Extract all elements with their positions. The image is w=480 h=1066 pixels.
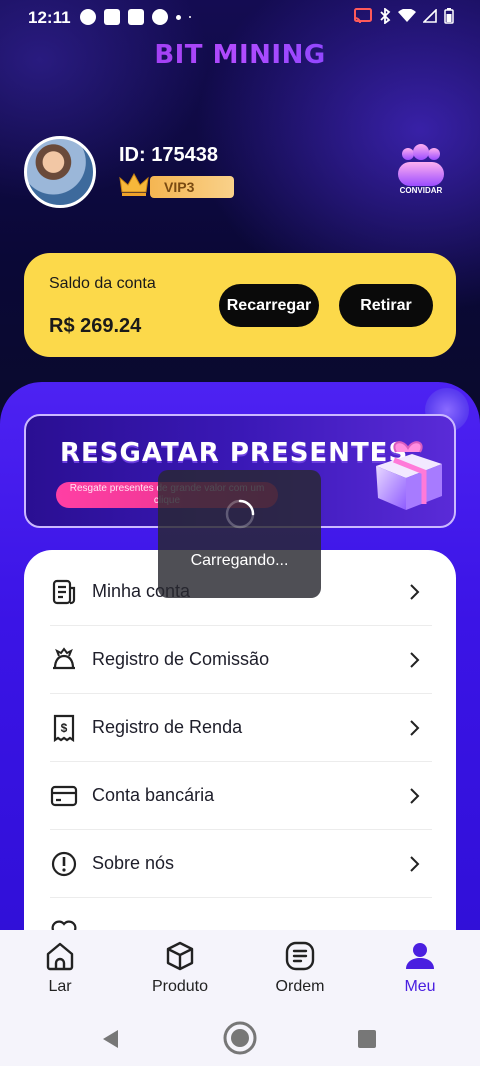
- vip-badge: VIP3: [150, 176, 234, 198]
- home-circle-icon[interactable]: [222, 1020, 258, 1056]
- chevron-right-icon: [410, 856, 420, 872]
- withdraw-button[interactable]: Retirar: [339, 284, 433, 327]
- order-list-icon: [285, 941, 315, 971]
- wifi-icon: [398, 9, 416, 22]
- chevron-right-icon: [410, 720, 420, 736]
- nav-label: Meu: [404, 978, 436, 995]
- menu-item-label: Conta bancária: [92, 785, 215, 805]
- invite-button[interactable]: CONVIDAR: [392, 140, 450, 200]
- menu-item-commission[interactable]: Registro de Comissão: [50, 626, 432, 694]
- nav-item-product[interactable]: Produto: [135, 940, 225, 996]
- menu-item-label: Registro de Renda: [92, 717, 243, 737]
- chevron-right-icon: [410, 584, 420, 600]
- nav-label: Lar: [48, 978, 72, 995]
- signal-icon: [423, 9, 437, 23]
- cast-icon: [354, 8, 372, 24]
- nav-item-home[interactable]: Lar: [15, 940, 105, 996]
- system-nav-bar: [0, 1010, 480, 1066]
- nav-item-me[interactable]: Meu: [375, 940, 465, 996]
- home-icon: [46, 942, 74, 971]
- gift-box-icon: [376, 441, 442, 510]
- bluetooth-icon: [380, 8, 391, 24]
- commission-icon: [53, 647, 75, 670]
- balance-card: Saldo da conta R$ 269.24 Recarregar Reti…: [24, 253, 456, 357]
- nav-label: Ordem: [275, 978, 325, 995]
- photo-icon: [128, 9, 144, 25]
- nav-item-order[interactable]: Ordem: [255, 940, 345, 996]
- banner-title: RESGATAR PRESENTES: [60, 438, 409, 468]
- avatar[interactable]: [24, 136, 96, 208]
- more-dot-icon: [176, 14, 181, 20]
- menu-item-bank-account[interactable]: Conta bancária: [50, 762, 432, 830]
- nav-label: Produto: [151, 978, 209, 995]
- battery-icon: [444, 8, 454, 24]
- bank-card-icon: [50, 785, 78, 807]
- svg-text:$: $: [61, 721, 68, 735]
- cube-icon: [166, 941, 194, 971]
- small-dot-icon: [189, 16, 191, 18]
- notification-app-icon: [80, 9, 96, 25]
- loading-toast: Carregando...: [158, 470, 321, 598]
- back-icon[interactable]: [100, 1028, 122, 1050]
- shopping-bag-icon: [104, 9, 120, 25]
- invite-label: CONVIDAR: [399, 186, 443, 195]
- chevron-right-icon: [410, 788, 420, 804]
- app-title: BIT MINING: [0, 40, 480, 70]
- user-icon: [406, 943, 434, 969]
- balance-label: Saldo da conta: [49, 275, 156, 292]
- account-document-icon: [52, 579, 76, 605]
- info-icon: [51, 851, 77, 877]
- recents-icon[interactable]: [357, 1029, 377, 1049]
- income-receipt-icon: $: [53, 714, 75, 742]
- user-id: ID: 175438: [119, 144, 218, 166]
- screen: 12:11 BIT MINING ID: 175438 VIP3 CONVIDA…: [0, 0, 480, 1066]
- status-time: 12:11: [28, 8, 71, 27]
- system-icons: [354, 8, 454, 24]
- invite-people-icon: [398, 144, 444, 186]
- balance-value: R$ 269.24: [49, 315, 142, 337]
- chevron-right-icon: [410, 652, 420, 668]
- crown-icon: [119, 172, 149, 196]
- menu-item-label: Registro de Comissão: [92, 649, 270, 669]
- loading-spinner-icon: [225, 499, 255, 529]
- recharge-button[interactable]: Recarregar: [219, 284, 319, 327]
- facebook-icon: [152, 9, 168, 25]
- menu-item-label: Sobre nós: [92, 853, 175, 873]
- status-bar: 12:11: [0, 0, 480, 36]
- menu-item-income[interactable]: $ Registro de Renda: [50, 694, 432, 762]
- notification-icons: [80, 9, 191, 25]
- menu-card: Minha conta Registro de Comissão $ Regis…: [24, 550, 456, 970]
- loading-text: Carregando...: [190, 552, 289, 569]
- menu-item-about[interactable]: Sobre nós: [50, 830, 432, 898]
